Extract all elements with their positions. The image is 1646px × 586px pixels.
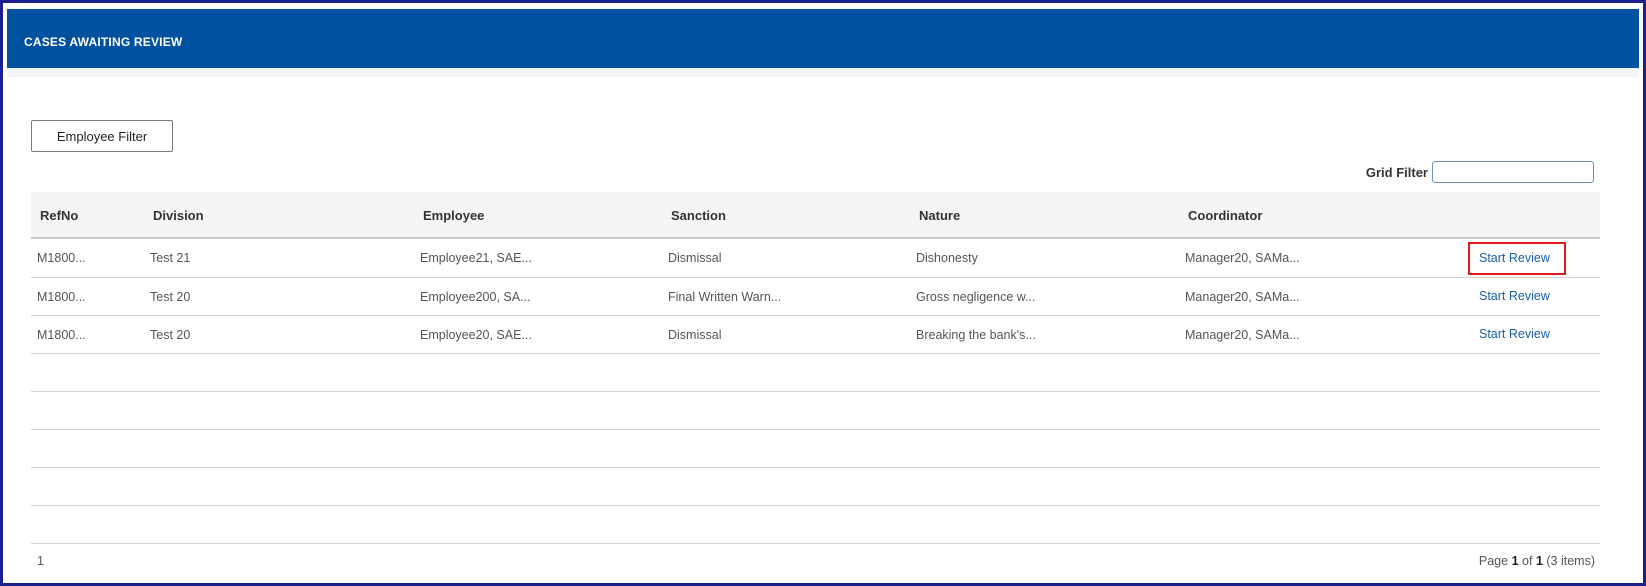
empty-row bbox=[31, 354, 1600, 392]
grid-header-row: RefNo Division Employee Sanction Nature … bbox=[31, 192, 1600, 239]
grid-pager: 1 Page 1 of 1 (3 items) bbox=[31, 544, 1600, 576]
cell-coordinator: Manager20, SAMa... bbox=[1185, 251, 1300, 265]
pager-current-page: 1 bbox=[1511, 554, 1519, 568]
empty-row bbox=[31, 506, 1600, 544]
pager-total-pages: 1 bbox=[1535, 554, 1543, 568]
column-header-refno[interactable]: RefNo bbox=[40, 208, 90, 223]
cell-division: Test 20 bbox=[150, 290, 191, 304]
empty-row bbox=[31, 468, 1600, 506]
cell-coordinator: Manager20, SAMa... bbox=[1185, 290, 1300, 304]
cell-sanction: Final Written Warn... bbox=[668, 290, 782, 304]
pager-info: Page 1 of 1 (3 items) bbox=[1479, 554, 1595, 568]
start-review-link[interactable]: Start Review bbox=[1479, 251, 1550, 265]
cell-nature: Breaking the bank's... bbox=[916, 328, 1036, 342]
pager-page-word: Page bbox=[1478, 554, 1509, 568]
employee-filter-button[interactable]: Employee Filter bbox=[31, 120, 173, 152]
pager-items-count: (3 items) bbox=[1546, 554, 1595, 568]
cell-division: Test 20 bbox=[150, 328, 191, 342]
start-review-link[interactable]: Start Review bbox=[1479, 327, 1550, 341]
cell-refno: M1800... bbox=[37, 251, 86, 265]
grid-filter-input[interactable] bbox=[1432, 161, 1594, 183]
cell-division: Test 21 bbox=[150, 251, 191, 265]
app-window: CASES AWAITING REVIEW Employee Filter Gr… bbox=[0, 0, 1646, 586]
column-header-division[interactable]: Division bbox=[153, 208, 353, 223]
page-title: CASES AWAITING REVIEW bbox=[24, 35, 183, 49]
pager-page-link[interactable]: 1 bbox=[37, 554, 44, 568]
table-row: M1800... Test 20 Employee20, SAE... Dism… bbox=[31, 316, 1600, 354]
cell-refno: M1800... bbox=[37, 328, 86, 342]
cell-employee: Employee200, SA... bbox=[420, 290, 531, 304]
cell-coordinator: Manager20, SAMa... bbox=[1185, 328, 1300, 342]
table-row: M1800... Test 20 Employee200, SA... Fina… bbox=[31, 278, 1600, 316]
empty-row bbox=[31, 430, 1600, 468]
pager-of-word: of bbox=[1522, 554, 1533, 568]
column-header-coordinator[interactable]: Coordinator bbox=[1188, 208, 1388, 223]
cell-refno: M1800... bbox=[37, 290, 86, 304]
page-header: CASES AWAITING REVIEW bbox=[7, 9, 1639, 68]
cell-employee: Employee20, SAE... bbox=[420, 328, 532, 342]
cell-nature: Gross negligence w... bbox=[916, 290, 1036, 304]
cell-employee: Employee21, SAE... bbox=[420, 251, 532, 265]
cell-sanction: Dismissal bbox=[668, 328, 722, 342]
grid-filter-label: Grid Filter bbox=[1365, 165, 1428, 180]
column-header-sanction[interactable]: Sanction bbox=[671, 208, 871, 223]
cell-nature: Dishonesty bbox=[916, 251, 978, 265]
cell-sanction: Dismissal bbox=[668, 251, 722, 265]
cases-grid: RefNo Division Employee Sanction Nature … bbox=[31, 192, 1600, 576]
empty-row bbox=[31, 392, 1600, 430]
column-header-nature[interactable]: Nature bbox=[919, 208, 1119, 223]
start-review-link[interactable]: Start Review bbox=[1479, 289, 1550, 303]
header-divider bbox=[7, 68, 1639, 77]
table-row: M1800... Test 21 Employee21, SAE... Dism… bbox=[31, 239, 1600, 278]
column-header-employee[interactable]: Employee bbox=[423, 208, 643, 223]
